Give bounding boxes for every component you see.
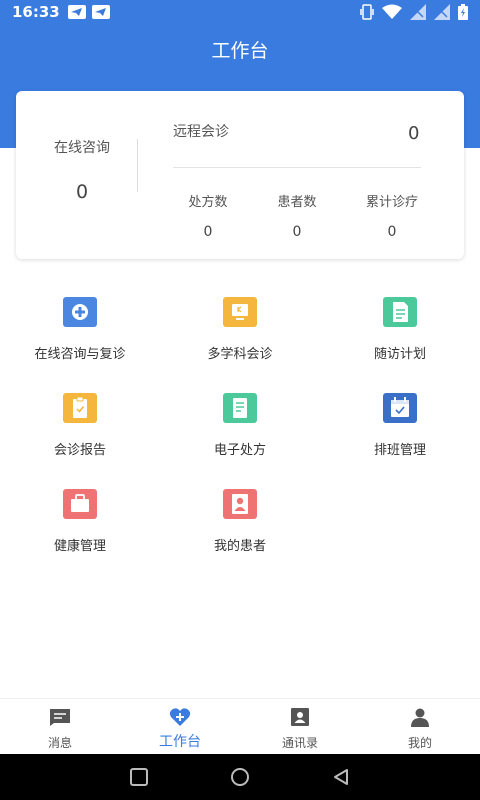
vertical-divider bbox=[137, 139, 138, 192]
grid-item-multidisciplinary-consult[interactable]: 多学科会诊 bbox=[160, 297, 320, 362]
grid-item-online-consult-followup[interactable]: 在线咨询与复诊 bbox=[0, 297, 160, 362]
stat-prescriptions[interactable]: 处方数 0 bbox=[163, 191, 253, 240]
tab-workbench[interactable]: 工作台 bbox=[120, 699, 240, 754]
contacts-icon bbox=[291, 708, 309, 726]
remote-consult-label[interactable]: 远程会诊 bbox=[173, 121, 229, 141]
horizontal-divider bbox=[173, 167, 421, 168]
patient-icon bbox=[223, 489, 257, 519]
grid-item-label: 会诊报告 bbox=[53, 443, 106, 458]
stat-value: 0 bbox=[292, 224, 302, 240]
system-navigation-bar bbox=[0, 754, 480, 800]
remote-consult-value: 0 bbox=[408, 123, 420, 144]
tab-messages[interactable]: 消息 bbox=[0, 699, 120, 754]
medical-plus-icon bbox=[63, 297, 97, 327]
monitor-icon bbox=[223, 297, 257, 327]
heart-plus-icon bbox=[169, 708, 191, 726]
grid-item-e-prescription[interactable]: 电子处方 bbox=[160, 393, 320, 458]
signal-icon bbox=[434, 4, 450, 20]
bottom-tab-bar: 消息 工作台 通讯录 我的 bbox=[0, 698, 480, 754]
person-icon bbox=[411, 708, 429, 727]
online-consult-value: 0 bbox=[76, 181, 89, 203]
grid-item-label: 随访计划 bbox=[373, 347, 426, 362]
stat-value: 0 bbox=[387, 224, 397, 240]
stat-total-treatments[interactable]: 累计诊疗 0 bbox=[347, 191, 437, 240]
grid-item-consult-report[interactable]: 会诊报告 bbox=[0, 393, 160, 458]
grid-item-label: 电子处方 bbox=[213, 443, 266, 458]
tab-mine[interactable]: 我的 bbox=[360, 699, 480, 754]
back-icon[interactable] bbox=[331, 767, 351, 787]
status-time: 16:33 bbox=[12, 3, 60, 21]
status-bar: 16:33 bbox=[0, 0, 480, 24]
recent-apps-icon[interactable] bbox=[129, 767, 149, 787]
tab-label: 消息 bbox=[47, 736, 72, 750]
tab-label: 工作台 bbox=[159, 734, 201, 750]
clipboard-plan-icon bbox=[383, 297, 417, 327]
grid-item-label: 健康管理 bbox=[53, 539, 106, 554]
wifi-icon bbox=[382, 4, 402, 19]
battery-icon bbox=[458, 4, 468, 20]
grid-item-health-management[interactable]: 健康管理 bbox=[0, 489, 160, 554]
grid-item-my-patients[interactable]: 我的患者 bbox=[160, 489, 320, 554]
clipboard-check-icon bbox=[63, 393, 97, 423]
grid-item-label: 排班管理 bbox=[373, 443, 426, 458]
grid-item-label: 在线咨询与复诊 bbox=[34, 347, 126, 362]
telegram-icon bbox=[67, 5, 86, 19]
prescription-icon bbox=[223, 393, 257, 423]
grid-item-label: 多学科会诊 bbox=[207, 347, 273, 362]
stat-label: 处方数 bbox=[188, 195, 228, 210]
home-icon[interactable] bbox=[229, 766, 251, 788]
grid-item-followup-plan[interactable]: 随访计划 bbox=[320, 297, 480, 362]
tab-label: 通讯录 bbox=[281, 736, 318, 750]
calendar-check-icon bbox=[383, 393, 417, 423]
online-consult-label[interactable]: 在线咨询 bbox=[54, 137, 110, 157]
vibrate-icon bbox=[360, 4, 374, 20]
page-title: 工作台 bbox=[211, 40, 269, 62]
tab-label: 我的 bbox=[407, 736, 432, 750]
stat-label: 累计诊疗 bbox=[365, 195, 418, 210]
tab-contacts[interactable]: 通讯录 bbox=[240, 699, 360, 754]
stats-card: 在线咨询 0 远程会诊 0 处方数 0 患者数 0 累计诊疗 0 bbox=[16, 91, 464, 259]
grid-item-schedule-management[interactable]: 排班管理 bbox=[320, 393, 480, 458]
stat-label: 患者数 bbox=[277, 195, 317, 210]
telegram-icon bbox=[91, 5, 110, 19]
stat-value: 0 bbox=[203, 224, 213, 240]
message-icon bbox=[50, 709, 70, 726]
stat-patients[interactable]: 患者数 0 bbox=[252, 191, 342, 240]
grid-item-label: 我的患者 bbox=[213, 539, 266, 554]
briefcase-icon bbox=[63, 489, 97, 519]
signal-icon bbox=[410, 4, 426, 20]
